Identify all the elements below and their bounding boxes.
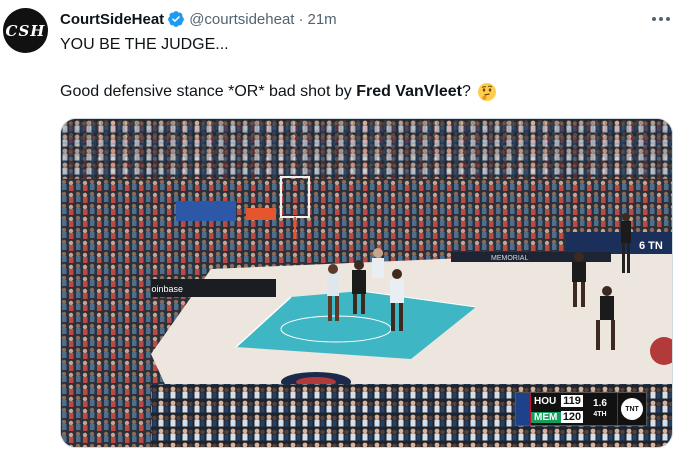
more-dots-icon	[652, 17, 670, 21]
tnt-logo-icon: TNT	[617, 393, 646, 425]
team-home: HOU	[534, 395, 557, 407]
nba-logo-icon	[516, 393, 531, 425]
game-clock: 1.6 4TH	[583, 393, 617, 425]
ad-memorial: MEMORIAL	[491, 255, 528, 262]
scorebug-row-home: HOU 119	[531, 393, 583, 409]
video-media[interactable]: coinbase 6 TN MEMORIAL HOU 119 MEM 120 1…	[60, 118, 673, 448]
clock-time: 1.6	[593, 398, 607, 409]
network-label: TNT	[621, 398, 643, 420]
separator-dot: ·	[298, 10, 304, 28]
tweet-text-line-2: Good defensive stance *OR* bad shot by F…	[60, 82, 497, 102]
handle[interactable]: @courtsideheat	[189, 11, 294, 28]
scorebug-teams: HOU 119 MEM 120	[531, 393, 583, 425]
clock-period: 4TH	[593, 411, 607, 418]
tweet[interactable]: CSH CourtSideHeat @courtsideheat · 21m Y…	[0, 0, 689, 459]
timestamp[interactable]: 21m	[307, 11, 336, 28]
ad-arena-sign: 6 TN	[639, 240, 663, 252]
scorebug: HOU 119 MEM 120 1.6 4TH TNT	[515, 392, 647, 426]
team-away: MEM	[531, 411, 561, 423]
verified-badge-icon	[167, 10, 185, 28]
score-home: 119	[561, 395, 583, 407]
player-name: Fred VanVleet	[356, 83, 463, 100]
tweet-text-line-1: YOU BE THE JUDGE...	[60, 36, 229, 53]
avatar[interactable]: CSH	[3, 8, 48, 53]
ad-coinbase: coinbase	[147, 284, 183, 294]
tweet-text-prefix: Good defensive stance *OR* bad shot by	[60, 83, 357, 100]
avatar-text: CSH	[5, 21, 46, 40]
tweet-text-suffix: ?	[462, 83, 471, 100]
score-away: 120	[561, 411, 583, 423]
scorebug-row-away: MEM 120	[531, 409, 583, 425]
more-options-button[interactable]	[650, 10, 672, 28]
tweet-header: CourtSideHeat @courtsideheat · 21m	[60, 9, 337, 29]
thinking-face-icon	[477, 82, 497, 102]
display-name[interactable]: CourtSideHeat	[60, 11, 164, 28]
